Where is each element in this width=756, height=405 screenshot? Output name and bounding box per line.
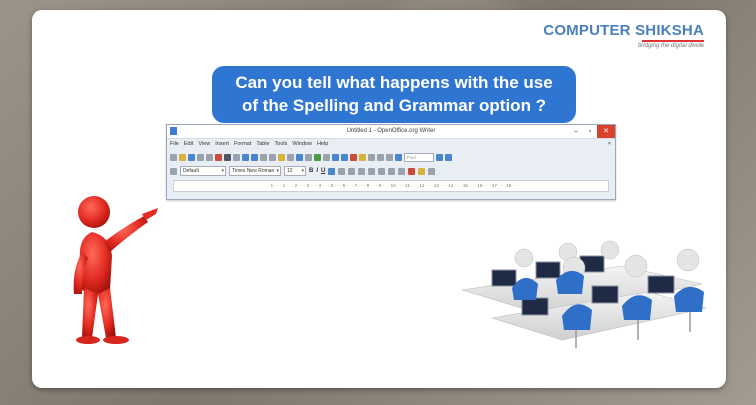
- table-icon[interactable]: [323, 153, 330, 161]
- save-icon[interactable]: [188, 153, 195, 161]
- paragraph-style-select[interactable]: Default: [180, 166, 226, 176]
- logo-tagline: bridging the digital divide: [637, 43, 704, 49]
- background-color-icon[interactable]: [428, 167, 436, 175]
- find-previous-icon[interactable]: [445, 153, 452, 161]
- formatting-marks-icon[interactable]: [377, 153, 384, 161]
- writer-window-screenshot: Untitled 1 - OpenOffice.org Writer – ▫ ✕…: [166, 124, 616, 200]
- menu-file[interactable]: File: [170, 139, 179, 150]
- email-icon[interactable]: [197, 153, 204, 161]
- font-size-select[interactable]: 12: [284, 166, 306, 176]
- writer-title-bar: Untitled 1 - OpenOffice.org Writer – ▫ ✕: [167, 125, 615, 139]
- new-document-icon[interactable]: [170, 153, 177, 161]
- zoom-icon[interactable]: [386, 153, 393, 161]
- menu-tools[interactable]: Tools: [275, 139, 288, 150]
- standard-toolbar: Find: [167, 150, 615, 164]
- align-left-icon[interactable]: [328, 167, 336, 175]
- computer-shiksha-logo: COMPUTER SHIKSHA bridging the digital di…: [543, 22, 704, 49]
- italic-icon[interactable]: I: [316, 168, 318, 174]
- find-replace-icon[interactable]: [341, 153, 348, 161]
- open-icon[interactable]: [179, 153, 186, 161]
- menu-window[interactable]: Window: [292, 139, 312, 150]
- window-controls: – ▫ ✕: [569, 125, 615, 138]
- find-input[interactable]: Find: [404, 152, 434, 162]
- print-preview-icon[interactable]: [233, 153, 240, 161]
- question-line-2: of the Spelling and Grammar option ?: [241, 96, 547, 115]
- writer-menu-bar: File Edit View Insert Format Table Tools…: [167, 139, 615, 150]
- figure-left-leg: [82, 288, 98, 338]
- monitor-icon: [535, 261, 561, 279]
- menu-view[interactable]: View: [198, 139, 210, 150]
- logo-divider: [642, 40, 704, 42]
- decrease-indent-icon[interactable]: [388, 167, 396, 175]
- export-pdf-icon[interactable]: [215, 153, 222, 161]
- navigator-icon[interactable]: [350, 153, 357, 161]
- clone-formatting-icon[interactable]: [287, 153, 294, 161]
- blue-chair: [674, 286, 704, 312]
- figure-head: [78, 196, 110, 228]
- hyperlink-icon[interactable]: [314, 153, 321, 161]
- close-document-icon[interactable]: ×: [608, 139, 611, 150]
- menu-format[interactable]: Format: [234, 139, 251, 150]
- question-banner: Can you tell what happens with the use o…: [212, 66, 576, 123]
- logo-text: COMPUTER SHIKSHA: [543, 22, 704, 39]
- horizontal-ruler[interactable]: · · 1 · · · 1 · · · 2 · · · 3 · · · 4 · …: [173, 180, 609, 192]
- cut-icon[interactable]: [260, 153, 267, 161]
- minimize-icon[interactable]: –: [569, 125, 583, 138]
- justify-icon[interactable]: [358, 167, 366, 175]
- styles-formatting-icon[interactable]: [170, 167, 177, 175]
- redo-icon[interactable]: [305, 153, 312, 161]
- monitor-icon: [521, 297, 549, 316]
- writer-app-icon: [170, 127, 177, 135]
- data-sources-icon[interactable]: [368, 153, 375, 161]
- menu-edit[interactable]: Edit: [184, 139, 193, 150]
- undo-icon[interactable]: [296, 153, 303, 161]
- align-right-icon[interactable]: [348, 167, 356, 175]
- monitor-icon: [647, 275, 675, 294]
- computer-classroom-illustration: [461, 240, 707, 348]
- help-icon[interactable]: [395, 153, 402, 161]
- menu-insert[interactable]: Insert: [215, 139, 229, 150]
- paste-icon[interactable]: [278, 153, 285, 161]
- spelling-icon[interactable]: [242, 153, 249, 161]
- font-name-select[interactable]: Times New Roman: [229, 166, 281, 176]
- underline-icon[interactable]: U: [321, 168, 325, 174]
- copy-icon[interactable]: [269, 153, 276, 161]
- font-color-icon[interactable]: [408, 167, 416, 175]
- print-icon[interactable]: [224, 153, 231, 161]
- monitor-icon: [491, 269, 517, 287]
- monitor-icon: [591, 285, 619, 304]
- show-draw-functions-icon[interactable]: [332, 153, 339, 161]
- maximize-icon[interactable]: ▫: [583, 125, 597, 138]
- increase-indent-icon[interactable]: [398, 167, 406, 175]
- figure-right-foot: [103, 336, 129, 344]
- edit-file-icon[interactable]: [206, 153, 213, 161]
- menu-help[interactable]: Help: [317, 139, 328, 150]
- figure-left-foot: [76, 336, 100, 344]
- gallery-icon[interactable]: [359, 153, 366, 161]
- student-head: [676, 248, 700, 272]
- student-head: [600, 240, 620, 260]
- writer-title: Untitled 1 - OpenOffice.org Writer: [346, 128, 436, 134]
- formatting-toolbar: Default Times New Roman 12 B I U: [167, 164, 615, 178]
- find-next-icon[interactable]: [436, 153, 443, 161]
- highlighting-icon[interactable]: [418, 167, 426, 175]
- numbering-icon[interactable]: [368, 167, 376, 175]
- figure-pointing-arm: [104, 216, 148, 252]
- figure-right-leg: [98, 288, 116, 338]
- student-head: [514, 248, 534, 268]
- red-pointing-figure: [73, 196, 158, 344]
- student-head: [624, 254, 648, 278]
- bold-icon[interactable]: B: [309, 168, 313, 174]
- close-icon[interactable]: ✕: [597, 125, 615, 138]
- align-center-icon[interactable]: [338, 167, 346, 175]
- autospellcheck-icon[interactable]: [251, 153, 258, 161]
- bullets-icon[interactable]: [378, 167, 386, 175]
- question-line-1: Can you tell what happens with the use: [235, 73, 553, 92]
- menu-table[interactable]: Table: [256, 139, 269, 150]
